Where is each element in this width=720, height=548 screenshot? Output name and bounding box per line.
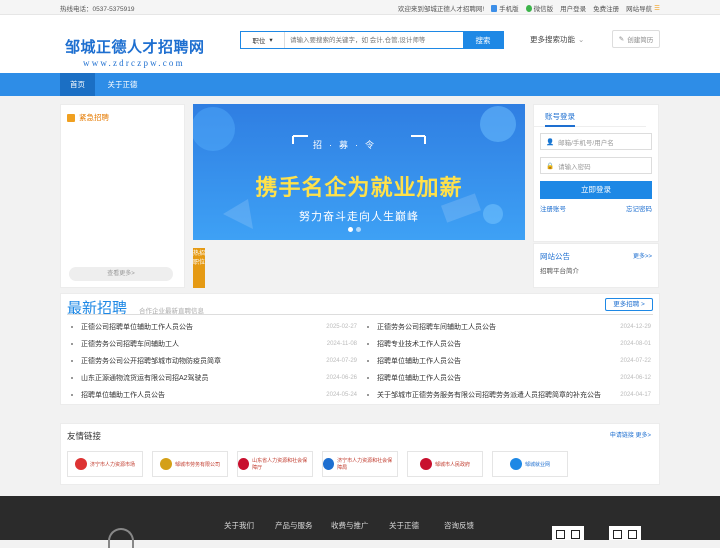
bullet: [71, 343, 73, 345]
footer-link-about-zhengde[interactable]: 关于正德: [389, 520, 419, 531]
urgent-title: 紧急招聘: [67, 112, 109, 123]
search-bar: 职位▾ 搜索: [240, 31, 504, 49]
notice-item[interactable]: 招聘平台简介: [540, 265, 579, 275]
nav-home[interactable]: 首页: [60, 73, 95, 96]
qr-code-mobile: [609, 526, 641, 540]
username-field[interactable]: 👤 邮箱/手机号/用户名: [540, 133, 652, 150]
bullet: [367, 343, 369, 345]
emblem-icon: [159, 458, 172, 470]
bullet: [71, 394, 73, 396]
search-type-select[interactable]: 职位 ▾: [241, 32, 285, 48]
wechat-link[interactable]: 微信版: [525, 3, 553, 13]
qr-code-wechat: [552, 526, 584, 540]
user-icon: 👤: [546, 138, 555, 146]
job-item[interactable]: 正德公司招聘单位辅助工作人员公告 2025-02-27: [71, 320, 357, 334]
edit-icon: ✎: [618, 36, 625, 43]
banner-subtitle: 努力奋斗走向人生巅峰: [299, 211, 419, 223]
job-item[interactable]: 招聘单位辅助工作人员公告 2024-06-12: [367, 371, 651, 385]
emblem-icon: [419, 458, 432, 470]
chevron-down-icon: ▾: [269, 37, 273, 44]
notice-more-link[interactable]: 更多>>: [633, 251, 652, 260]
search-button[interactable]: 搜索: [463, 32, 503, 48]
link-zoucheng-labor[interactable]: 邹城市劳务有限公司: [152, 451, 228, 477]
account-login-tab[interactable]: 账号登录: [534, 105, 646, 127]
logo-cn: 邹城正德人才招聘网: [65, 40, 205, 56]
free-register-link[interactable]: 免费注册: [593, 3, 619, 13]
footer-link-pricing[interactable]: 收费与推广: [331, 520, 369, 531]
emblem-icon: [323, 458, 335, 470]
password-field[interactable]: 🔒 请输入密码: [540, 157, 652, 174]
lock-icon: [67, 113, 75, 122]
create-resume-button[interactable]: ✎ 创建简历: [612, 30, 660, 48]
banner-headline: 携手名企为就业加薪: [255, 175, 463, 200]
forgot-password-link[interactable]: 忘记密码: [626, 203, 652, 213]
bullet: [367, 394, 369, 396]
lock-icon: 🔒: [546, 162, 555, 170]
bullet: [367, 377, 369, 379]
view-more-button[interactable]: 查看更多>: [69, 267, 173, 281]
banner[interactable]: 招·募·令 携手名企为就业加薪 努力奋斗走向人生巅峰: [193, 104, 525, 240]
latest-jobs-panel: 最新招聘 合作企业最新直聘信息 更多招聘 > 正德公司招聘单位辅助工作人员公告 2…: [60, 293, 660, 405]
job-item[interactable]: 正德劳务公司招聘车间辅助工人 2024-11-08: [71, 337, 357, 351]
more-search-link[interactable]: 更多搜索功能 ⌄: [530, 34, 584, 45]
phone-icon: [491, 4, 498, 12]
search-input[interactable]: [285, 32, 463, 48]
login-panel: 账号登录 👤 邮箱/手机号/用户名 🔒 请输入密码 立即登录 注册账号 忘记密码: [533, 104, 659, 242]
link-zoucheng-gov[interactable]: 邹城市人民政府: [407, 451, 483, 477]
emblem-icon: [238, 458, 250, 470]
link-jining-hrss[interactable]: 济宁市人力资源和社会保障局: [322, 451, 398, 477]
banner-dot[interactable]: [348, 227, 353, 232]
mobile-link[interactable]: 手机版: [491, 3, 519, 13]
job-item[interactable]: 招聘单位辅助工作人员公告 2024-07-22: [367, 354, 651, 368]
job-item[interactable]: 关于邹城市正德劳务服务有限公司招聘劳务派遣人员招聘简章的补充公告 2024-04-…: [367, 388, 651, 402]
bullet: [71, 360, 73, 362]
notice-panel: 网站公告 更多>> 招聘平台简介: [533, 243, 659, 288]
wechat-icon: [525, 4, 532, 12]
footer-link-products[interactable]: 产品与服务: [275, 520, 313, 531]
bullet: [367, 326, 369, 328]
job-item[interactable]: 招聘专业技术工作人员公告 2024-08-01: [367, 337, 651, 351]
links-title: 友情链接: [67, 431, 102, 441]
headset-icon: [108, 528, 134, 548]
job-item[interactable]: 正德劳务公司招聘车间辅助工人员公告 2024-12-29: [367, 320, 651, 334]
bullet: [367, 360, 369, 362]
emblem-icon: [74, 458, 87, 470]
link-zoucheng-jobs[interactable]: 邹城就业网: [492, 451, 568, 477]
welcome-text: 欢迎来到邹城正德人才招聘网!: [397, 6, 485, 13]
bullet: [71, 326, 73, 328]
job-item[interactable]: 正德劳务公司公开招聘邹城市动物防疫员简章 2024-07-29: [71, 354, 357, 368]
emblem-icon: [509, 458, 522, 470]
login-button[interactable]: 立即登录: [540, 181, 652, 199]
main-nav: 首页 关于正德: [0, 73, 720, 96]
register-link[interactable]: 注册账号: [540, 203, 566, 213]
urgent-panel: 紧急招聘 查看更多>: [60, 104, 185, 288]
hot-job-label: 热招职位: [193, 248, 205, 288]
job-item[interactable]: 招聘单位辅助工作人员公告 2024-05-24: [71, 388, 357, 402]
top-bar: 热线电话：0537-5375919 欢迎来到邹城正德人才招聘网! 手机版 微信版…: [0, 0, 720, 15]
footer: 关于我们 产品与服务 收费与推广 关于正德 咨询反馈: [0, 496, 720, 548]
footer-link-feedback[interactable]: 咨询反馈: [444, 520, 474, 531]
logo-en: www.zdrczpw.com: [83, 58, 185, 68]
chevron-down-icon: ⌄: [578, 35, 585, 44]
hotline-text: 热线电话：0537-5375919: [60, 6, 135, 13]
site-logo[interactable]: 邹城正德人才招聘网 www.zdrczpw.com: [65, 36, 215, 68]
banner-top-text: 招·募·令: [313, 140, 381, 150]
notice-title: 网站公告: [540, 252, 570, 261]
apply-link-more[interactable]: 申请链接 更多>: [610, 430, 651, 439]
banner-dot[interactable]: [356, 227, 361, 232]
top-links: 欢迎来到邹城正德人才招聘网! 手机版 微信版 用户登录 免费注册 网站导航 ☰: [398, 3, 660, 13]
link-shandong-hrss[interactable]: 山东省人力资源和社会保障厅: [237, 451, 313, 477]
more-jobs-button[interactable]: 更多招聘 >: [605, 298, 653, 311]
menu-icon: ☰: [654, 5, 660, 12]
banner-dots[interactable]: [348, 227, 361, 232]
link-jining-hr-market[interactable]: 济宁市人力资源市场: [67, 451, 143, 477]
job-item[interactable]: 山东正源通物流货运有限公司招A2驾驶员 2024-06-26: [71, 371, 357, 385]
site-nav-link[interactable]: 网站导航 ☰: [626, 3, 660, 13]
nav-about[interactable]: 关于正德: [100, 73, 145, 96]
bullet: [71, 377, 73, 379]
latest-divider: [67, 314, 653, 315]
footer-link-about-us[interactable]: 关于我们: [224, 520, 254, 531]
friendly-links-panel: 友情链接 申请链接 更多> 济宁市人力资源市场 邹城市劳务有限公司 山东省人力资…: [60, 423, 660, 485]
user-login-link[interactable]: 用户登录: [560, 3, 586, 13]
